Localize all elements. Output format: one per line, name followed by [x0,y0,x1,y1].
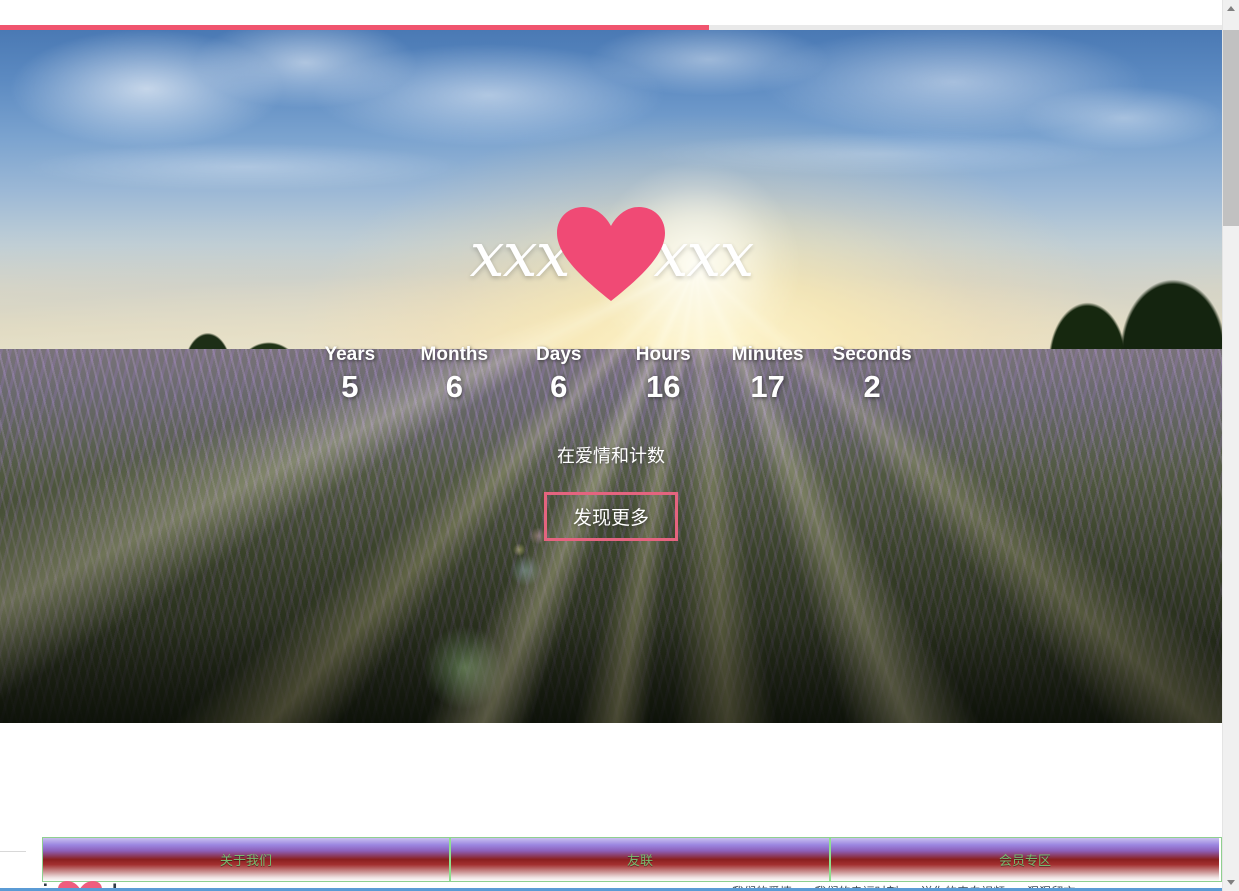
counter-value-days: 6 [550,369,568,404]
hero-section: xxx xxx Years 5 Months 6 Days 6 Hours 16… [0,30,1222,723]
logo-right-text: xxx [653,218,754,291]
counter-cell-minutes: Minutes 17 [718,342,818,406]
counter-value-hours: 16 [645,369,681,404]
counter-label-minutes: Minutes [731,344,804,365]
counter-value-years: 5 [341,369,359,404]
counter-value-months: 6 [445,369,463,404]
site-footer: 关于我们 友联 会员专区 i love [42,837,1222,891]
browser-window: xxx xxx Years 5 Months 6 Days 6 Hours 16… [0,0,1239,891]
counter-cell-months: Months 6 [404,342,504,406]
scroll-down-arrow-button[interactable] [1223,874,1239,891]
page-loading-bar-track [0,25,1222,30]
discover-more-button[interactable]: 发现更多 [543,492,678,541]
footer-column-label-links: 友联 [626,853,653,868]
counter-label-hours: Hours [635,344,691,365]
vertical-scrollbar[interactable] [1222,0,1239,891]
chevron-up-icon [1227,6,1235,11]
divider-rule [0,851,26,852]
footer-column-about[interactable]: 关于我们 [43,838,449,881]
counter-cell-hours: Hours 16 [613,342,713,406]
hero-tagline: 在爱情和计数 [557,446,665,466]
logo-left-text: xxx [469,218,571,291]
page-loading-bar-fill [0,25,709,30]
counter-cell-years: Years 5 [300,342,400,406]
scrollbar-thumb[interactable] [1223,30,1239,226]
hero-content: xxx xxx Years 5 Months 6 Days 6 Hours 16… [0,30,1222,723]
site-logo: xxx xxx [0,205,1222,305]
hero-cta-wrapper: 发现更多 [0,492,1222,541]
footer-column-headers: 关于我们 友联 会员专区 [42,837,1222,882]
footer-column-label-about: 关于我们 [219,853,272,868]
content-spacer [0,723,1222,852]
page-viewport: xxx xxx Years 5 Months 6 Days 6 Hours 16… [0,0,1222,891]
counter-label-years: Years [324,344,376,365]
footer-column-label-members: 会员专区 [998,853,1051,868]
heart-icon [555,205,667,305]
scroll-up-arrow-button[interactable] [1223,0,1239,17]
counter-value-seconds: 2 [863,369,881,404]
counter-cell-days: Days 6 [509,342,609,406]
counter-cell-seconds: Seconds 2 [822,342,922,406]
counter-value-minutes: 17 [750,369,785,404]
counter-label-months: Months [420,344,489,365]
chevron-down-icon [1227,880,1235,885]
footer-column-members[interactable]: 会员专区 [829,838,1219,881]
counter-label-seconds: Seconds [832,344,912,365]
footer-column-links[interactable]: 友联 [449,838,829,881]
counter-label-days: Days [536,344,582,365]
love-counter: Years 5 Months 6 Days 6 Hours 16 Minutes… [0,342,1222,406]
